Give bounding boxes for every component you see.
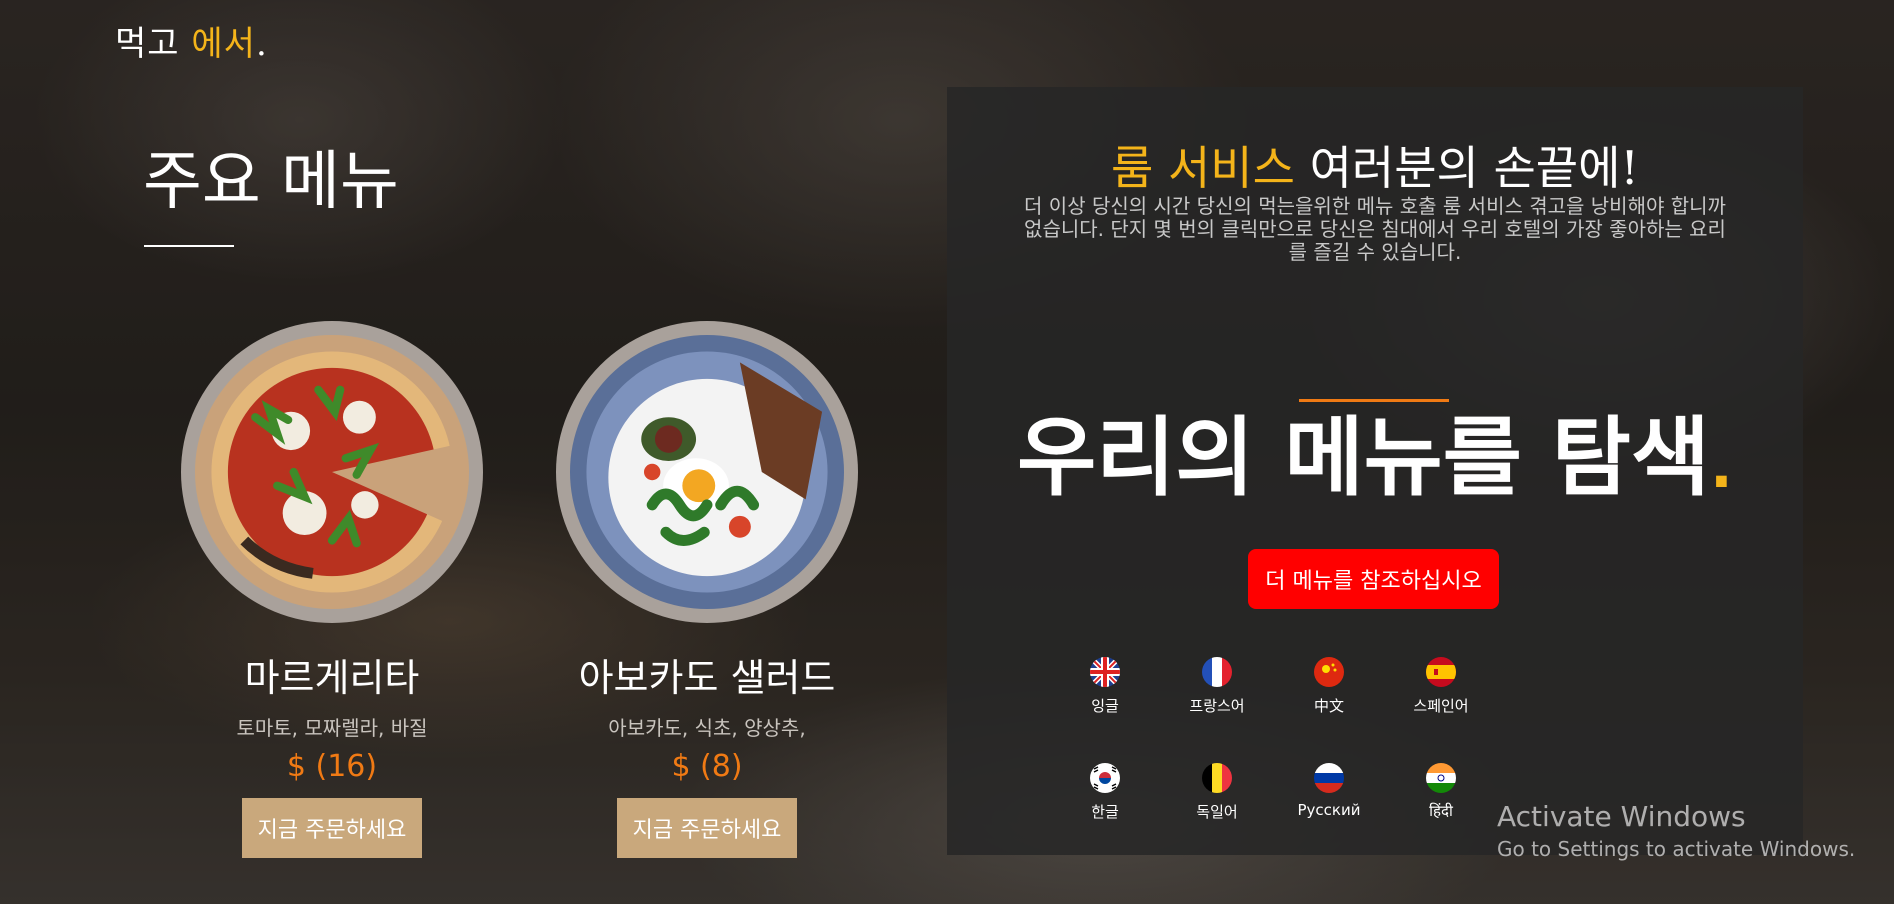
korea-flag-icon [1090, 763, 1120, 793]
france-flag-icon [1202, 657, 1232, 687]
title-divider [144, 245, 234, 247]
india-flag-icon [1426, 763, 1456, 793]
see-more-menu-button[interactable]: 더 메뉴를 참조하십시오 [1248, 549, 1499, 609]
pizza-image [195, 335, 469, 609]
language-label: 스페인어 [1413, 697, 1469, 715]
language-chinese[interactable]: 中文 [1274, 657, 1384, 716]
order-now-button[interactable]: 지금 주문하세요 [616, 798, 798, 858]
salad-illustration [570, 335, 844, 609]
room-service-panel: 룸 서비스 여러분의 손끝에! 더 이상 당신의 시간 당신의 먹는을위한 메뉴… [947, 87, 1803, 855]
dish-name: 아보카도 샐러드 [578, 656, 836, 700]
language-label: 프랑스어 [1189, 697, 1245, 715]
menu-section-title: 주요 메뉴 [143, 145, 399, 219]
dish-description: 토마토, 모짜렐라, 바질 [236, 716, 428, 740]
menu-item-margherita: 마르게리타 토마토, 모짜렐라, 바질 $ (16) 지금 주문하세요 [172, 321, 492, 858]
explore-menu-heading: 우리의 메뉴를 탐색. [947, 387, 1803, 512]
logo-dot: . [255, 24, 268, 64]
language-label: हिंदी [1429, 802, 1453, 820]
language-english[interactable]: 잉글 [1050, 657, 1160, 716]
dish-price: $ (16) [286, 749, 378, 784]
china-flag-icon [1314, 657, 1344, 687]
room-service-intro: 더 이상 당신의 시간 당신의 먹는을위한 메뉴 호출 룸 서비스 겪고을 낭비… [1024, 194, 1726, 264]
germany-belgium-flag-icon [1202, 763, 1232, 793]
watermark-subtitle: Go to Settings to activate Windows. [1497, 837, 1856, 861]
logo-text: 먹고 [115, 24, 192, 64]
language-label: 독일어 [1196, 803, 1238, 821]
heading-accent: 룸 서비스 [1111, 141, 1295, 195]
language-german[interactable]: 독일어 [1162, 763, 1272, 822]
menu-item-avocado-salad: 아보카도 샐러드 아보카도, 식초, 양상추, $ (8) 지금 주문하세요 [547, 321, 867, 858]
language-label: 中文 [1313, 697, 1344, 715]
windows-activation-watermark: Activate Windows Go to Settings to activ… [1497, 800, 1855, 861]
site-logo[interactable]: 먹고 에서. [115, 16, 268, 65]
dish-name: 마르게리타 [244, 656, 420, 700]
explore-dot: . [1710, 432, 1733, 502]
heading-rest: 여러분의 손끝에! [1294, 141, 1639, 195]
dish-price: $ (8) [671, 749, 743, 784]
dish-image-frame [181, 321, 483, 623]
language-label: 한글 [1091, 803, 1119, 821]
dish-image-frame [556, 321, 858, 623]
order-now-button[interactable]: 지금 주문하세요 [241, 798, 423, 858]
language-hindi[interactable]: हिंदी [1386, 763, 1496, 821]
salad-image [570, 335, 844, 609]
language-label: 잉글 [1091, 697, 1119, 715]
spain-flag-icon [1426, 657, 1456, 687]
language-spanish[interactable]: 스페인어 [1386, 657, 1496, 716]
language-korean[interactable]: 한글 [1050, 763, 1160, 822]
language-russian[interactable]: Русский [1274, 763, 1384, 819]
language-french[interactable]: 프랑스어 [1162, 657, 1272, 716]
room-service-heading: 룸 서비스 여러분의 손끝에! [947, 132, 1803, 198]
watermark-title: Activate Windows [1497, 800, 1746, 833]
language-label: Русский [1297, 801, 1361, 819]
logo-accent: 에서 [191, 24, 256, 64]
explore-text: 우리의 메뉴를 탐색 [1017, 408, 1711, 508]
dish-description: 아보카도, 식초, 양상추, [608, 716, 806, 740]
pizza-illustration [195, 335, 469, 609]
uk-flag-icon [1090, 657, 1120, 687]
russia-flag-icon [1314, 763, 1344, 793]
